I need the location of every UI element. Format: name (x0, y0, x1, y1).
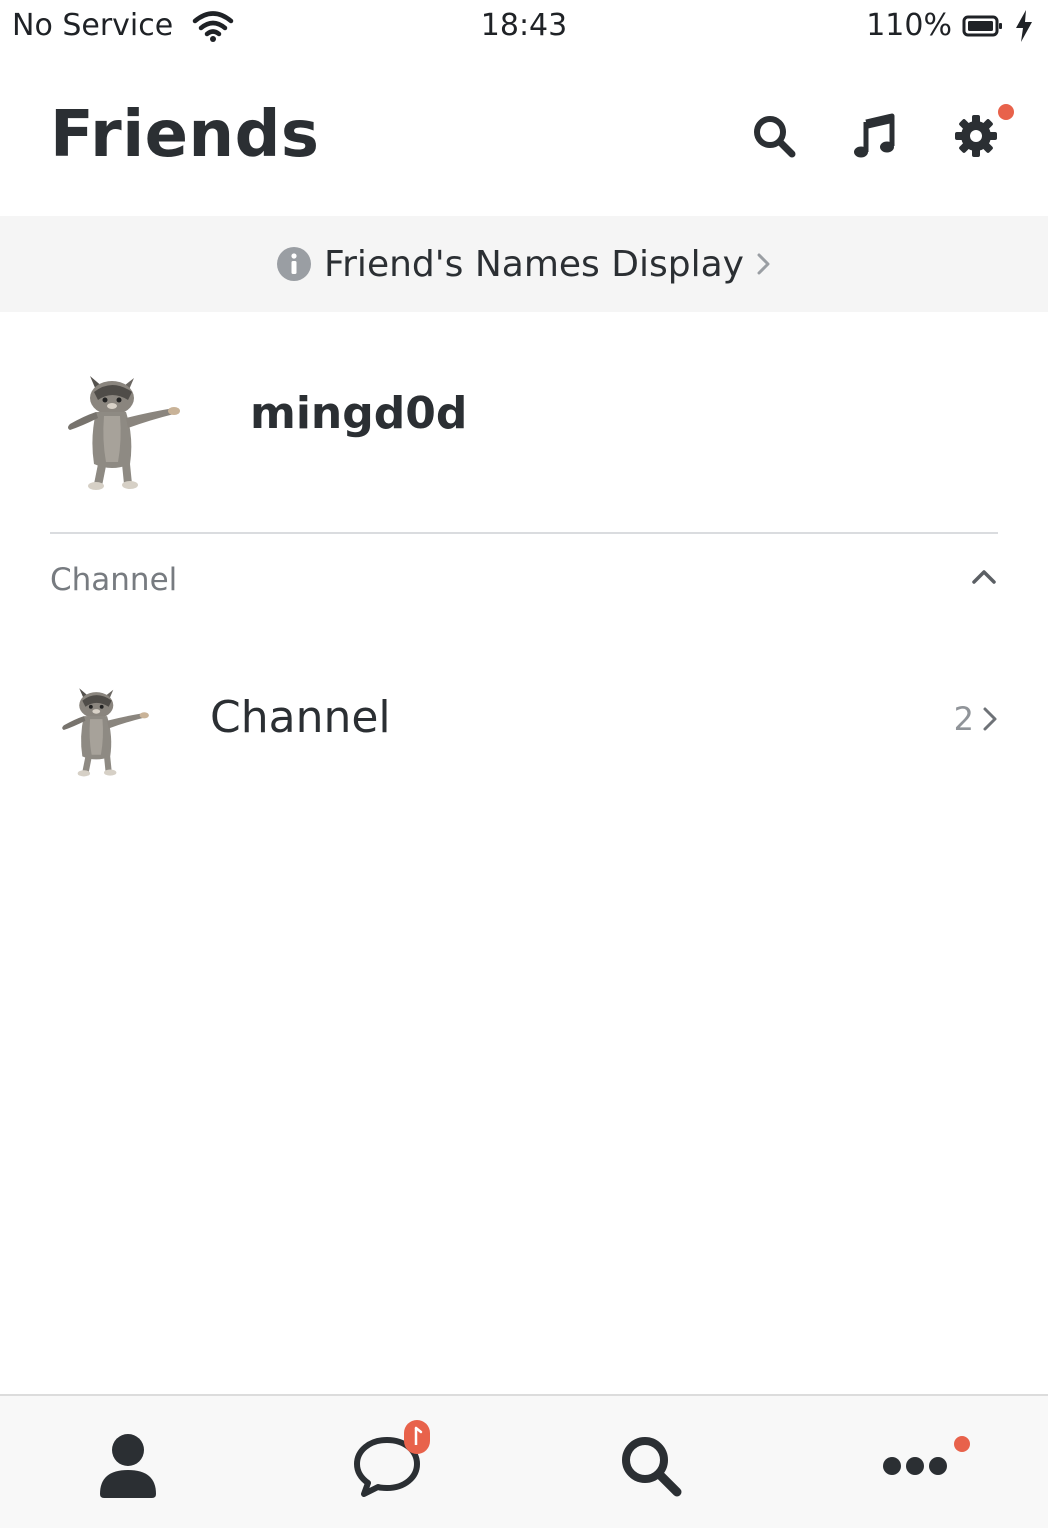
channel-section-header[interactable]: Channel (50, 560, 998, 604)
info-icon (277, 247, 312, 281)
music-button[interactable] (848, 108, 904, 164)
status-bar: No Service 18:43 110% (0, 0, 1048, 56)
gear-icon (955, 115, 997, 157)
section-title: Channel (50, 562, 178, 598)
header: Friends (0, 80, 1048, 200)
chevron-right-icon (757, 253, 770, 275)
names-display-banner[interactable]: Friend's Names Display (0, 216, 1048, 312)
search-icon (622, 1437, 682, 1497)
profile-name: mingd0d (250, 388, 468, 439)
chevron-right-icon (983, 707, 997, 731)
charging-bolt-icon (1016, 9, 1032, 42)
battery-percent: 110% (866, 8, 952, 43)
more-notification-dot (954, 1436, 970, 1452)
list-item[interactable]: Channel 2 (0, 670, 1048, 780)
tab-bar (0, 1394, 1048, 1528)
my-profile[interactable]: mingd0d (0, 340, 1048, 500)
chevron-up-icon[interactable] (970, 562, 998, 594)
battery-icon (962, 15, 1002, 36)
more-icon (883, 1457, 947, 1475)
page-title: Friends (50, 98, 320, 172)
banner-label: Friend's Names Display (324, 243, 744, 285)
search-button[interactable] (746, 108, 802, 164)
channel-count: 2 (953, 700, 974, 738)
music-note-icon (414, 1426, 423, 1445)
divider (50, 532, 998, 534)
tab-search[interactable] (606, 1426, 696, 1506)
channel-avatar (62, 688, 149, 777)
search-icon (754, 116, 796, 158)
avatar (68, 376, 180, 490)
settings-button[interactable] (948, 108, 1004, 164)
music-note-icon (854, 113, 895, 158)
settings-notification-dot (998, 104, 1014, 120)
tab-more[interactable] (870, 1426, 960, 1506)
channel-name: Channel (210, 692, 391, 743)
chat-badge (404, 1420, 430, 1454)
friends-icon (100, 1434, 156, 1498)
tab-friends[interactable] (83, 1426, 173, 1506)
status-right: 110% (866, 8, 1034, 43)
